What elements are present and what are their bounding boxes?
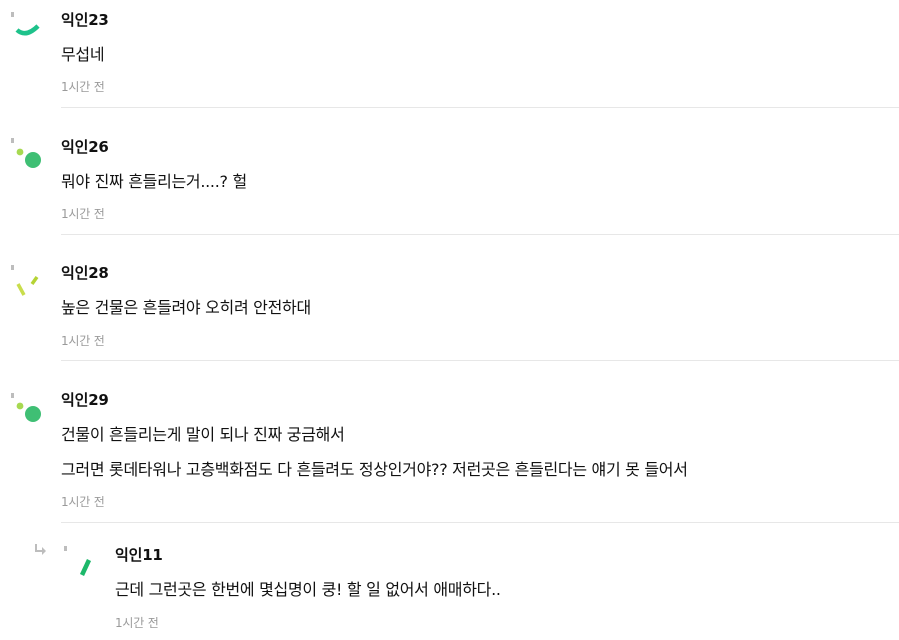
comment-timestamp: 1시간 전	[61, 207, 105, 221]
comment-author[interactable]: 익인29	[61, 389, 109, 410]
comment-text: 그러면 롯데타워나 고층백화점도 다 흔들려도 정상인거야?? 저런곳은 흔들린…	[61, 460, 688, 479]
comment-author[interactable]: 익인11	[115, 544, 163, 565]
comment-text: 건물이 흔들리는게 말이 되나 진짜 궁금해서	[61, 425, 345, 444]
comment-timestamp: 1시간 전	[61, 80, 105, 94]
comment-divider	[61, 107, 899, 108]
comment-author[interactable]: 익인26	[61, 136, 109, 157]
comment-timestamp: 1시간 전	[61, 495, 105, 509]
teal-arc-icon[interactable]	[8, 8, 48, 48]
comment-divider	[61, 234, 899, 235]
green-dots-icon[interactable]	[8, 135, 48, 175]
comment-divider	[61, 522, 899, 523]
lime-strokes-icon[interactable]	[8, 262, 48, 302]
comment-text: 근데 그런곳은 한번에 몇십명이 쿵! 할 일 없어서 애매하다..	[115, 580, 501, 599]
comment-text: 뭐야 진짜 흔들리는거....? 헐	[61, 172, 247, 191]
comment-author[interactable]: 익인23	[61, 9, 109, 30]
comment-divider	[61, 360, 899, 361]
green-stroke-icon[interactable]	[61, 543, 101, 583]
comment-timestamp: 1시간 전	[115, 616, 159, 630]
comment-author[interactable]: 익인28	[61, 262, 109, 283]
reply-arrow-icon	[33, 543, 49, 559]
green-dots-icon[interactable]	[8, 390, 48, 430]
comment-timestamp: 1시간 전	[61, 334, 105, 348]
comment-text: 높은 건물은 흔들려야 오히려 안전하대	[61, 298, 311, 317]
comment-text: 무섭네	[61, 45, 105, 64]
